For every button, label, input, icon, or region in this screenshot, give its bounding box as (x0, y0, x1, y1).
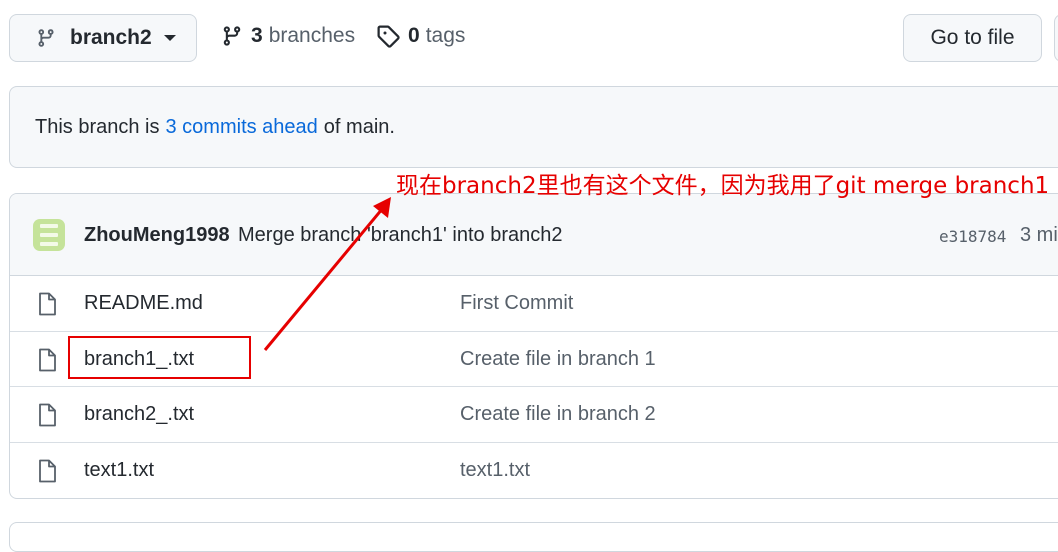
go-to-file-label: Go to file (930, 26, 1015, 49)
git-branch-icon (223, 26, 241, 46)
file-commit-message[interactable]: Create file in branch 1 (460, 348, 656, 371)
tags-link[interactable]: 0 tags (376, 24, 465, 48)
file-row: text1.txt text1.txt (10, 442, 1058, 497)
file-icon (39, 292, 56, 316)
triangle-down-icon (163, 35, 176, 41)
branches-label: branches (268, 24, 356, 47)
latest-commit-row: ZhouMeng1998 Merge branch 'branch1' into… (10, 194, 1058, 276)
file-icon (39, 459, 56, 483)
banner-prefix: This branch is (35, 115, 160, 138)
file-name[interactable]: text1.txt (84, 459, 154, 482)
go-to-file-button[interactable]: Go to file (903, 14, 1042, 62)
file-name[interactable]: branch2_.txt (84, 403, 194, 426)
tags-count: 0 (408, 24, 420, 47)
tags-label: tags (425, 24, 466, 47)
git-branch-icon (38, 29, 54, 47)
annotation-highlight-box (68, 336, 251, 379)
add-file-button[interactable] (1054, 14, 1058, 62)
file-icon (39, 403, 56, 427)
branches-count: 3 (251, 24, 263, 47)
banner-suffix: of main. (323, 115, 395, 138)
commit-message[interactable]: Merge branch 'branch1' into branch2 (238, 224, 563, 247)
file-commit-message[interactable]: First Commit (460, 292, 573, 315)
branch-ahead-banner: This branch is 3 commits ahead of main. (9, 86, 1058, 168)
branches-link[interactable]: 3 branches (221, 24, 355, 48)
commit-age: 3 mi (1020, 224, 1058, 246)
commits-ahead-link[interactable]: 3 commits ahead (166, 116, 318, 139)
file-icon (39, 348, 56, 372)
file-row: branch2_.txt Create file in branch 2 (10, 386, 1058, 441)
file-row: README.md First Commit (10, 276, 1058, 331)
commit-sha[interactable]: e318784 (939, 227, 1006, 246)
branch-name: branch2 (70, 26, 152, 49)
avatar[interactable] (33, 219, 65, 251)
file-commit-message[interactable]: Create file in branch 2 (460, 403, 656, 426)
file-name[interactable]: README.md (84, 292, 203, 315)
file-commit-message[interactable]: text1.txt (460, 459, 530, 482)
commit-author[interactable]: ZhouMeng1998 (84, 224, 230, 247)
tag-icon (377, 25, 400, 48)
annotation-text: 现在branch2里也有这个文件，因为我用了git merge branch1 (396, 173, 1050, 199)
readme-box (9, 522, 1058, 552)
branch-select-button[interactable]: branch2 (9, 14, 197, 62)
